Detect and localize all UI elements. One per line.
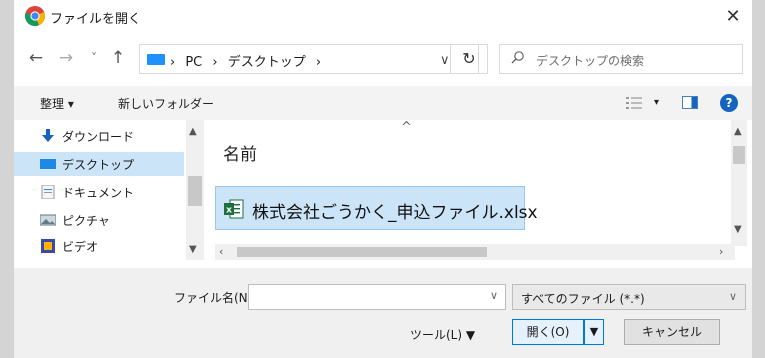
tree-item-label: ピクチャ bbox=[62, 214, 110, 228]
refresh-icon[interactable]: ↻ bbox=[450, 44, 488, 74]
chrome-icon bbox=[25, 6, 46, 27]
scrollbar-thumb[interactable] bbox=[188, 176, 202, 206]
open-file-dialog: ファイルを開く ✕ ← → ˅ ↑ › PC › デスクトップ › ∨ ↻ デス… bbox=[14, 0, 752, 358]
filetype-select[interactable]: すべてのファイル (*.*) ∨ bbox=[512, 284, 746, 310]
tree-item-label: ダウンロード bbox=[62, 130, 135, 144]
preview-pane-icon[interactable] bbox=[682, 96, 698, 109]
tree-item-desktop[interactable]: デスクトップ bbox=[14, 152, 184, 176]
file-list-pane: ^ 名前 x 株式会社ごうかく_申込ファイル.xlsx ▲ ▼ ‹ › bbox=[209, 120, 747, 260]
breadcrumb-desktop[interactable]: デスクトップ bbox=[228, 55, 306, 70]
scroll-right-icon[interactable]: › bbox=[719, 245, 723, 258]
search-icon bbox=[511, 51, 524, 64]
svg-text:x: x bbox=[226, 206, 232, 216]
column-header-name[interactable]: 名前 bbox=[223, 140, 257, 165]
command-bar: 整理 ▾ 新しいフォルダー ▾ ? bbox=[14, 86, 752, 120]
breadcrumb-separator[interactable]: › bbox=[316, 55, 321, 70]
filename-label: ファイル名(N): bbox=[174, 291, 257, 305]
file-name: 株式会社ごうかく_申込ファイル.xlsx bbox=[252, 203, 538, 223]
scrollbar-thumb[interactable] bbox=[733, 146, 745, 164]
tree-item-videos[interactable]: ビデオ bbox=[14, 234, 184, 258]
filename-input[interactable] bbox=[248, 284, 506, 310]
help-icon[interactable]: ? bbox=[720, 94, 738, 112]
sort-caret-icon: ^ bbox=[401, 120, 412, 135]
video-icon bbox=[41, 239, 55, 253]
breadcrumb-separator[interactable]: › bbox=[212, 55, 217, 70]
tree-item-label: デスクトップ bbox=[62, 158, 135, 172]
search-box[interactable]: デスクトップの検索 bbox=[499, 44, 743, 74]
file-item[interactable]: x 株式会社ごうかく_申込ファイル.xlsx bbox=[215, 186, 538, 230]
scroll-down-icon[interactable]: ▼ bbox=[189, 244, 197, 255]
tree-item-documents[interactable]: ドキュメント bbox=[14, 180, 184, 204]
recent-locations-chevron-icon[interactable]: ˅ bbox=[82, 46, 106, 70]
scroll-left-icon[interactable]: ‹ bbox=[219, 245, 223, 258]
address-bar[interactable]: › PC › デスクトップ › ∨ bbox=[139, 44, 479, 74]
view-details-icon[interactable] bbox=[626, 96, 642, 110]
cancel-button[interactable]: キャンセル bbox=[624, 319, 720, 345]
up-arrow-icon[interactable]: ↑ bbox=[106, 46, 130, 70]
open-button[interactable]: 開く(O) bbox=[512, 319, 584, 345]
scroll-up-icon[interactable]: ▲ bbox=[189, 126, 197, 137]
close-icon[interactable]: ✕ bbox=[720, 4, 746, 30]
dialog-footer: ファイル名(N): ∨ すべてのファイル (*.*) ∨ ツール(L) ▼ 開く… bbox=[14, 268, 752, 358]
breadcrumb-pc[interactable]: PC bbox=[185, 55, 202, 70]
navigation-pane-scrollbar[interactable]: ▲ ▼ bbox=[186, 120, 204, 260]
left-margin bbox=[0, 0, 14, 358]
download-arrow-icon bbox=[42, 129, 54, 142]
excel-file-icon: x bbox=[224, 199, 244, 219]
view-menu-chevron-icon[interactable]: ▾ bbox=[654, 97, 659, 108]
navigation-bar: ← → ˅ ↑ › PC › デスクトップ › ∨ ↻ デスクトップの検索 bbox=[14, 38, 752, 78]
window-title: ファイルを開く bbox=[50, 12, 142, 27]
pc-icon bbox=[147, 54, 165, 65]
chevron-down-icon: ∨ bbox=[728, 290, 737, 303]
tree-item-label: ドキュメント bbox=[62, 186, 135, 200]
file-list-horizontal-scrollbar[interactable]: ‹ › bbox=[215, 244, 735, 260]
tree-item-label: ビデオ bbox=[62, 240, 99, 254]
picture-icon bbox=[40, 214, 56, 226]
new-folder-button[interactable]: 新しいフォルダー bbox=[118, 95, 214, 112]
back-arrow-icon[interactable]: ← bbox=[24, 46, 48, 70]
search-placeholder: デスクトップの検索 bbox=[536, 54, 645, 68]
tools-menu-button[interactable]: ツール(L) ▼ bbox=[410, 326, 475, 343]
filetype-value: すべてのファイル (*.*) bbox=[521, 292, 645, 306]
desktop-icon bbox=[40, 159, 56, 169]
right-margin bbox=[752, 0, 765, 358]
breadcrumb-separator[interactable]: › bbox=[170, 55, 175, 70]
open-options-chevron-icon[interactable]: ▼ bbox=[584, 319, 604, 345]
navigation-pane: ダウンロード デスクトップ ドキュメント ピクチャ ビデオ ▲ ▼ bbox=[14, 120, 214, 260]
tree-item-pictures[interactable]: ピクチャ bbox=[14, 208, 184, 232]
filename-history-chevron-icon[interactable]: ∨ bbox=[490, 289, 498, 302]
scroll-down-icon[interactable]: ▼ bbox=[734, 224, 742, 235]
organize-menu-button[interactable]: 整理 ▾ bbox=[40, 95, 74, 112]
scrollbar-thumb[interactable] bbox=[237, 247, 487, 257]
tree-item-downloads[interactable]: ダウンロード bbox=[14, 124, 184, 148]
document-icon bbox=[41, 185, 55, 199]
breadcrumb: › PC › デスクトップ › bbox=[170, 51, 327, 70]
forward-arrow-icon[interactable]: → bbox=[54, 46, 78, 70]
title-bar: ファイルを開く ✕ bbox=[14, 0, 752, 34]
scroll-up-icon[interactable]: ▲ bbox=[734, 126, 742, 137]
address-dropdown-icon[interactable]: ∨ bbox=[440, 53, 450, 68]
file-list-vertical-scrollbar[interactable]: ▲ ▼ bbox=[731, 120, 747, 246]
